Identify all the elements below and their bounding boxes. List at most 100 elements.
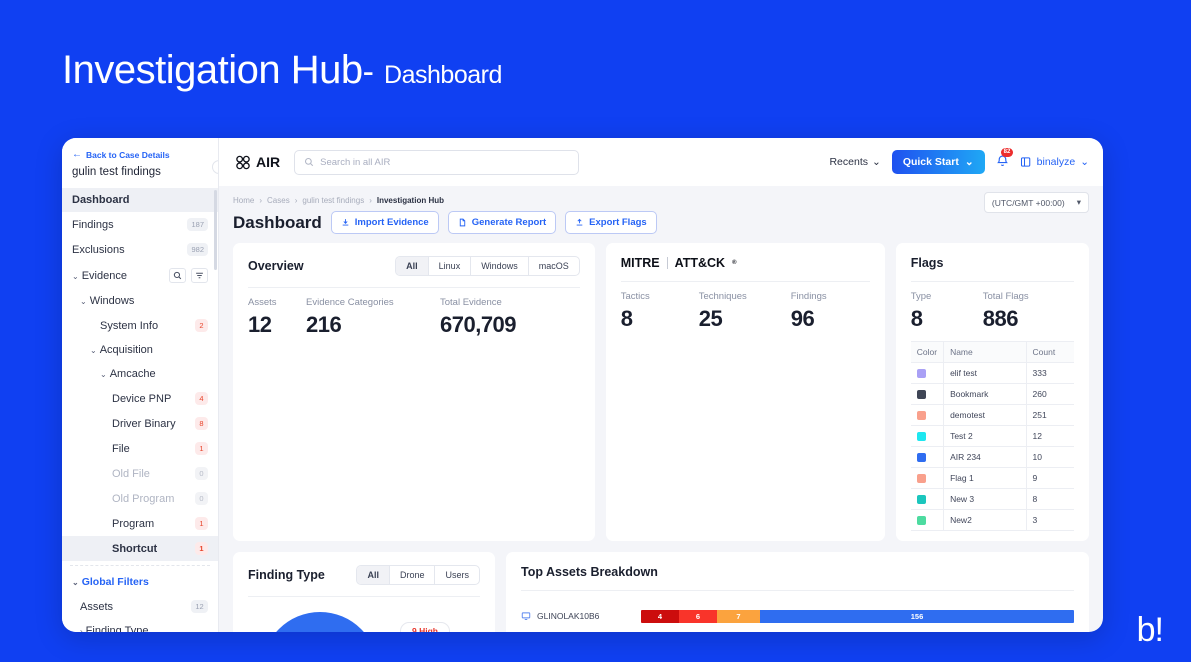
sidebar-collapse-button[interactable]: ‹ — [212, 160, 218, 174]
back-to-case-details-link[interactable]: ← Back to Case Details — [62, 138, 218, 164]
filter-icon[interactable] — [191, 268, 208, 283]
sidebar-tree-item[interactable]: Driver Binary 8 — [62, 411, 218, 436]
tab-linux[interactable]: Linux — [429, 257, 472, 275]
bar-segment[interactable]: 7 — [716, 609, 761, 623]
flag-name-cell: AIR 234 — [943, 446, 1027, 468]
tab-drone[interactable]: Drone — [390, 566, 436, 584]
flags-card: Flags Type 8 Total Flags 886 Color Name … — [895, 243, 1089, 541]
search-input[interactable]: Search in all AIR — [294, 149, 580, 175]
column-count: Count — [1026, 341, 1074, 363]
sidebar-tree-item[interactable]: File 1 — [62, 436, 218, 461]
search-icon[interactable] — [169, 268, 186, 283]
table-row[interactable]: Flag 19 — [910, 467, 1074, 489]
divider — [521, 590, 1074, 591]
flags-table-body: elif test 333 Bookmark 260 demotest 251 Test 2… — [910, 362, 1074, 531]
chevron-down-icon: ⌄ — [1080, 156, 1089, 168]
divider — [910, 281, 1074, 282]
sidebar-tree-item[interactable]: Device PNP 4 — [62, 386, 218, 411]
import-evidence-button[interactable]: Import Evidence — [330, 211, 439, 234]
donut-chart[interactable]: Total 189 — [262, 612, 378, 632]
asset-name-label: GLINOLAK10B6 — [537, 611, 600, 621]
flag-color-cell — [910, 446, 945, 468]
sidebar-tree-item[interactable]: ⌄ Amcache — [62, 362, 218, 386]
global-filter-item[interactable]: › Finding Type — [62, 619, 218, 632]
overview-title: Overview — [248, 259, 304, 273]
overview-os-tabs: All Linux Windows macOS — [395, 256, 580, 276]
table-row[interactable]: elif test 333 — [910, 362, 1074, 384]
air-logo[interactable]: AIR — [235, 154, 280, 170]
flag-name-cell: demotest — [943, 404, 1027, 426]
table-row[interactable]: Bookmark 260 — [910, 383, 1074, 405]
evidence-label: ⌄ Evidence — [72, 269, 127, 282]
divider — [248, 596, 480, 597]
stat-value: 12 — [248, 312, 272, 337]
air-logo-text: AIR — [256, 154, 281, 170]
finding-type-title: Finding Type — [248, 568, 325, 582]
tab-all[interactable]: All — [357, 566, 390, 584]
account-menu[interactable]: binalyze ⌄ — [1020, 156, 1089, 168]
sidebar-tree-label: Program — [112, 517, 155, 530]
sidebar-tree-item[interactable]: ⌄ Acquisition — [62, 338, 218, 362]
bar-segment[interactable]: 4 — [641, 609, 679, 623]
top-cards-row: Overview All Linux Windows macOS Assets … — [233, 243, 1089, 541]
severity-chip[interactable]: 9 High — [400, 622, 450, 632]
table-row[interactable]: AIR 234 10 — [910, 446, 1074, 468]
chevron-down-icon: ⌄ — [872, 156, 881, 168]
global-filter-item[interactable]: Assets 12 — [62, 594, 218, 619]
sidebar-item-findings[interactable]: Findings 187 — [62, 212, 218, 237]
sidebar-item-dashboard[interactable]: Dashboard — [62, 188, 218, 212]
stat-type: Type 8 — [911, 291, 983, 332]
chevron-down-icon: ⌄ — [72, 271, 79, 281]
generate-report-button[interactable]: Generate Report — [447, 211, 557, 234]
stat-key: Evidence Categories — [306, 297, 394, 308]
tab-windows[interactable]: Windows — [471, 257, 529, 275]
stat-value: 8 — [620, 306, 633, 331]
sidebar-tree-label: ⌄ Amcache — [100, 368, 156, 380]
breadcrumb-sep: › — [369, 196, 372, 205]
chevron-down-icon: ⌄ — [964, 156, 974, 168]
sidebar-tree-item[interactable]: ⌄ Windows — [62, 289, 218, 313]
timezone-selector[interactable]: (UTC/GMT +00:00) ▾ — [983, 192, 1089, 213]
flags-stats: Type 8 Total Flags 886 — [911, 291, 1074, 332]
button-label: Import Evidence — [354, 217, 429, 228]
notifications-button[interactable]: 82 — [996, 148, 1014, 170]
tab-macos[interactable]: macOS — [529, 257, 579, 275]
tree-count-badge: 4 — [195, 392, 208, 405]
sidebar-item-evidence[interactable]: ⌄ Evidence — [62, 262, 218, 289]
sidebar-scrollbar[interactable] — [214, 190, 217, 270]
sidebar-tree-item[interactable]: Old File 0 — [62, 461, 218, 486]
organization-icon — [1020, 157, 1030, 167]
sidebar-item-exclusions[interactable]: Exclusions 982 — [62, 237, 218, 262]
table-row[interactable]: Test 2 12 — [910, 425, 1074, 447]
sidebar-tree-item[interactable]: Old Program 0 — [62, 486, 218, 511]
page-header: Dashboard Import Evidence Generate Repor… — [233, 211, 1089, 234]
breadcrumb-item-cases[interactable]: Cases — [267, 196, 290, 205]
quick-start-button[interactable]: Quick Start ⌄ — [891, 150, 985, 174]
flag-count-cell: 8 — [1026, 488, 1074, 510]
stat-evidence-categories: Evidence Categories 216 — [306, 297, 440, 338]
table-row[interactable]: demotest 251 — [910, 404, 1074, 426]
sidebar-item-global-filters[interactable]: ⌄ Global Filters — [62, 570, 218, 594]
bar-segment[interactable]: 156 — [760, 609, 1074, 623]
tree-count-badge: 2 — [195, 319, 208, 332]
column-color: Color — [910, 341, 945, 363]
breadcrumb-item-case[interactable]: gulin test findings — [302, 196, 364, 205]
sidebar-tree-item[interactable]: Shortcut 1 — [62, 536, 218, 561]
breadcrumb-item-home[interactable]: Home — [233, 196, 254, 205]
recents-dropdown[interactable]: Recents ⌄ — [829, 156, 880, 168]
breadcrumb-sep: › — [294, 196, 298, 205]
asset-bar-row: InfectedMachine453 — [521, 630, 1074, 632]
bar-segment[interactable]: 6 — [678, 609, 717, 623]
top-assets-title: Top Assets Breakdown — [521, 565, 658, 579]
stat-key: Assets — [248, 297, 277, 308]
sidebar-tree-item[interactable]: Program 1 — [62, 511, 218, 536]
export-flags-button[interactable]: Export Flags — [565, 211, 657, 234]
flag-count-cell: 10 — [1026, 446, 1074, 468]
table-row[interactable]: New 38 — [910, 488, 1074, 510]
table-row[interactable]: New2 3 — [910, 509, 1074, 531]
sidebar-tree-label: Shortcut — [112, 542, 158, 555]
tab-all[interactable]: All — [396, 257, 429, 275]
tab-users[interactable]: Users — [435, 566, 479, 584]
sidebar-tree-item[interactable]: System Info 2 — [62, 313, 218, 338]
breadcrumb-item-current: Investigation Hub — [376, 196, 444, 205]
